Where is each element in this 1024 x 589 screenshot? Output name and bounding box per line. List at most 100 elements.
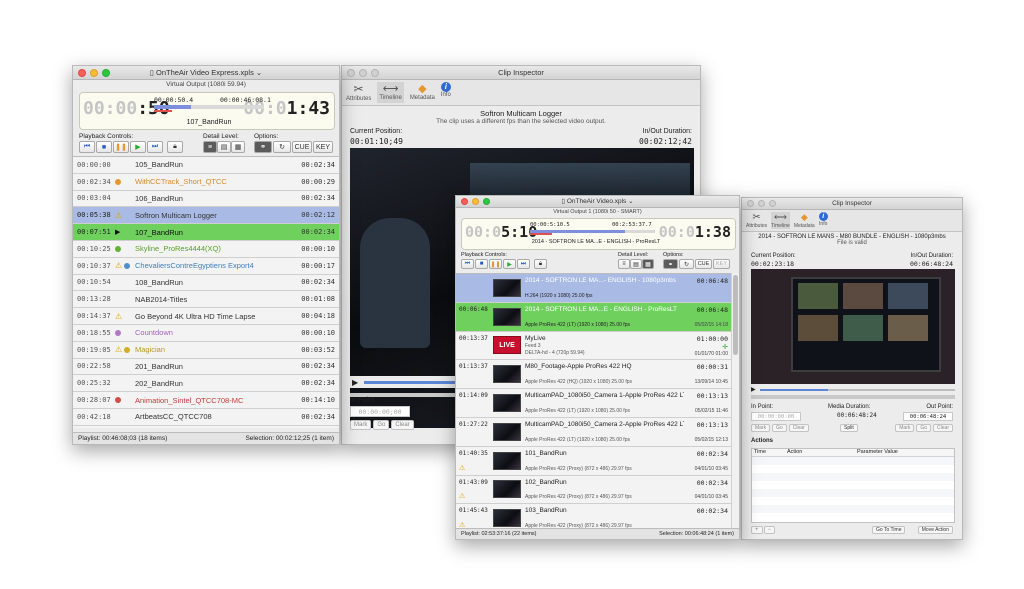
playlist-row[interactable]: 00:00:00 105_BandRun 00:02:34: [73, 157, 339, 174]
close-button[interactable]: [461, 198, 468, 205]
playlist-row[interactable]: 01:13:37 M80_Footage-Apple ProRes 422 HQ A…: [456, 360, 731, 390]
status-bar: Playlist: 02:53:37:16 (22 items) Selecti…: [456, 528, 739, 539]
go-button[interactable]: Go: [373, 420, 390, 430]
key-button[interactable]: KEY: [313, 141, 333, 153]
go-in-button[interactable]: Go: [772, 424, 787, 432]
pause-button[interactable]: ❚❚: [113, 141, 129, 153]
skip-back-button[interactable]: ⏮: [461, 259, 474, 269]
zoom-button[interactable]: [483, 198, 490, 205]
playlist-row[interactable]: 00:25:32 202_BandRun 00:02:34: [73, 375, 339, 393]
playlist-row[interactable]: 00:05:38 ⚠ Softron Multicam Logger 00:02:12: [73, 207, 339, 225]
column-parameter-value[interactable]: Parameter Value: [857, 449, 898, 456]
detail-medium-button[interactable]: ▤: [630, 259, 642, 269]
detail-large-button[interactable]: ▦: [642, 259, 654, 269]
tab-info[interactable]: i Info: [818, 212, 828, 229]
minimize-button[interactable]: [472, 198, 479, 205]
play-icon[interactable]: ▶: [352, 378, 358, 387]
split-button[interactable]: Split: [840, 424, 858, 432]
minimize-button[interactable]: [758, 200, 765, 207]
playlist-row[interactable]: 00:03:04 106_BandRun 00:02:34: [73, 190, 339, 208]
tab-timeline[interactable]: ⟷ Timeline: [377, 82, 404, 103]
play-icon[interactable]: ▶: [751, 386, 756, 393]
detail-medium-button[interactable]: ▤: [217, 141, 231, 153]
skip-back-button[interactable]: ⏮: [79, 141, 95, 153]
go-out-button[interactable]: Go: [916, 424, 932, 432]
row-duration: 00:06:48: [696, 305, 728, 314]
detail-large-button[interactable]: ▦: [231, 141, 245, 153]
playlist-row[interactable]: 00:13:37 LIVE MyLive Feed 3 DELTA-hd - 4 (72…: [456, 331, 731, 361]
detail-list-button[interactable]: ≡: [618, 259, 630, 269]
playlist-row[interactable]: 00:28:07 Animation_Sintel_QTCC708-MC 00:14…: [73, 392, 339, 409]
mark-out-button[interactable]: Mark: [895, 424, 915, 432]
add-action-button[interactable]: +: [751, 526, 763, 534]
play-button[interactable]: ▶: [503, 259, 516, 269]
in-point-field[interactable]: 00:00:00;00: [350, 406, 410, 417]
loop-button[interactable]: ↻: [679, 259, 694, 269]
zoom-button[interactable]: [102, 69, 110, 77]
playlist-row[interactable]: 00:19:05 ⚠ Magician 00:03:52: [73, 341, 339, 359]
close-button[interactable]: [347, 69, 355, 77]
link-button[interactable]: ⚭: [663, 259, 678, 269]
playlist-row[interactable]: 00:22:58 201_BandRun 00:02:34: [73, 358, 339, 376]
link-button[interactable]: ⚭: [254, 141, 272, 153]
playlist-row[interactable]: 00:42:18 ArtbeatsCC_QTCC708 00:02:34: [73, 409, 339, 426]
play-button[interactable]: ▶: [130, 141, 146, 153]
key-button[interactable]: KEY: [713, 259, 730, 269]
minimize-button[interactable]: [359, 69, 367, 77]
chevron-down-icon[interactable]: ⌄: [626, 198, 633, 205]
tab-metadata[interactable]: ◆ Metadata: [410, 82, 435, 103]
playlist-row[interactable]: 2014 - SOFTRON LE MA...- ENGLISH - 1080p…: [456, 274, 731, 303]
playlist-row[interactable]: 00:02:34 WithCCTrack_Short_QTCC 00:00:29: [73, 173, 339, 191]
playlist-row[interactable]: 01:27:22 MulticamPAD_1080i50_Camera 2-App…: [456, 418, 731, 447]
playlist-row[interactable]: 00:14:37 ⚠ Go Beyond 4K Ultra HD Time Laps…: [73, 308, 339, 325]
lock-button[interactable]: 🔒︎: [534, 259, 547, 269]
playlist-row[interactable]: 01:40:35 ⚠ 101_BandRun Apple ProRes 422 (Pr…: [456, 446, 731, 476]
playlist-row[interactable]: 00:10:25 Skyline_ProRes4444(XQ) 00:00:10: [73, 241, 339, 258]
scrollbar[interactable]: [731, 273, 739, 528]
cue-button[interactable]: CUE: [695, 259, 712, 269]
loop-button[interactable]: ↻: [273, 141, 291, 153]
out-point-field[interactable]: 00:06:48:24: [903, 412, 953, 421]
playlist-row[interactable]: 00:18:55 Countdown 00:00:10: [73, 325, 339, 342]
remove-action-button[interactable]: −: [763, 526, 776, 534]
close-button[interactable]: [747, 200, 754, 207]
go-to-time-button[interactable]: Go To Time: [872, 526, 906, 534]
playlist-row[interactable]: 00:06:48 2014 - SOFTRON LE MA...E - ENGLI…: [456, 302, 731, 332]
playlist-row[interactable]: 00:07:51 ▶ 107_BandRun 00:02:34: [73, 224, 339, 241]
tab-info[interactable]: i Info: [440, 82, 451, 103]
column-time[interactable]: Time: [752, 449, 787, 456]
stop-button[interactable]: ■: [475, 259, 488, 269]
skip-forward-button[interactable]: ⏭: [147, 141, 163, 153]
row-clip-name: MyLive: [525, 334, 546, 342]
tab-attributes[interactable]: ✂ Attributes: [346, 82, 371, 103]
close-button[interactable]: [78, 69, 86, 77]
timeline-scrubber[interactable]: [759, 388, 955, 391]
mark-in-button[interactable]: Mark: [751, 424, 771, 432]
tab-attributes[interactable]: ✂ Attributes: [746, 212, 767, 229]
clear-in-button[interactable]: Clear: [788, 424, 809, 432]
chevron-down-icon[interactable]: ⌄: [254, 68, 262, 77]
zoom-button[interactable]: [769, 200, 776, 207]
minimize-button[interactable]: [90, 69, 98, 77]
lock-button[interactable]: 🔒︎: [167, 141, 183, 153]
playlist-row[interactable]: 01:45:43 ⚠ 103_BandRun Apple ProRes 422 (Pr…: [456, 504, 731, 528]
clear-out-button[interactable]: Clear: [933, 424, 953, 432]
move-action-button[interactable]: Move Action: [917, 526, 953, 534]
tab-metadata[interactable]: ◆ Metadata: [794, 212, 815, 229]
skip-forward-button[interactable]: ⏭: [517, 259, 530, 269]
clear-button[interactable]: Clear: [391, 420, 414, 430]
playlist-row[interactable]: 00:10:54 108_BandRun 00:02:34: [73, 274, 339, 292]
detail-list-button[interactable]: ≡: [203, 141, 217, 153]
zoom-button[interactable]: [371, 69, 379, 77]
playlist-row[interactable]: 01:14:09 MulticamPAD_1080i50_Camera 1-App…: [456, 389, 731, 418]
tab-timeline[interactable]: ⟷ Timeline: [771, 212, 790, 229]
playlist-row[interactable]: 00:13:28 NAB2014-Titles 00:01:08: [73, 291, 339, 309]
playlist-row[interactable]: 00:10:37 ⚠ ChevaliersContreEgyptiens Expor…: [73, 257, 339, 275]
cue-button[interactable]: CUE: [292, 141, 312, 153]
playlist-row[interactable]: 01:43:09 ⚠ 102_BandRun Apple ProRes 422 (Pr…: [456, 475, 731, 505]
stop-button[interactable]: ■: [96, 141, 112, 153]
in-point-field[interactable]: 00:00:00:00: [751, 412, 801, 421]
pause-button[interactable]: ❚❚: [489, 259, 502, 269]
mark-button[interactable]: Mark: [350, 420, 372, 430]
column-action[interactable]: Action: [787, 449, 857, 456]
